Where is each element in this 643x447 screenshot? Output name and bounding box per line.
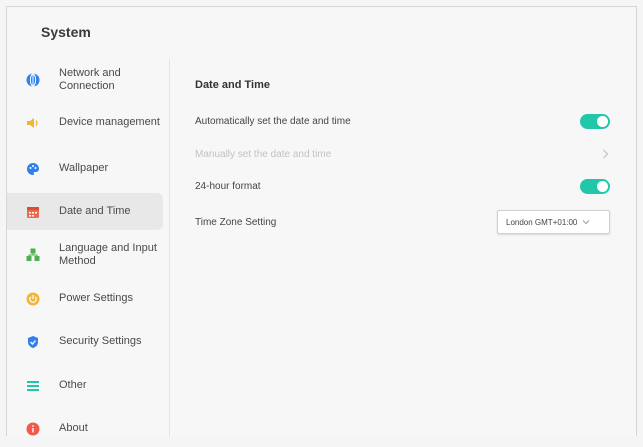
sidebar-item-date-and-time[interactable]: Date and Time bbox=[7, 193, 163, 230]
sidebar-item-label: Device management bbox=[59, 116, 160, 128]
speaker-icon bbox=[26, 116, 40, 130]
shield-icon bbox=[26, 335, 40, 349]
section-title: Date and Time bbox=[195, 79, 270, 91]
sidebar-item-language-input[interactable]: Language and Input Method bbox=[7, 236, 163, 273]
sidebar-item-security-settings[interactable]: Security Settings bbox=[7, 323, 163, 360]
language-icon bbox=[26, 248, 40, 262]
manual-datetime-row[interactable]: Manually set the date and time bbox=[195, 143, 610, 165]
sidebar-item-label: Other bbox=[59, 379, 87, 391]
timezone-value: London GMT+01:00 bbox=[506, 217, 578, 227]
toggle-knob bbox=[597, 115, 608, 127]
calendar-icon bbox=[26, 205, 40, 219]
hour24-row: 24-hour format bbox=[195, 175, 610, 197]
globe-icon bbox=[26, 73, 40, 87]
sidebar-item-wallpaper[interactable]: Wallpaper bbox=[7, 150, 163, 187]
sidebar-item-label: About bbox=[59, 422, 88, 434]
chevron-down-icon bbox=[581, 216, 591, 228]
hour24-toggle[interactable] bbox=[580, 178, 610, 194]
sidebar-item-network[interactable]: Network and Connection bbox=[7, 61, 163, 98]
app-title: System bbox=[41, 24, 91, 40]
manual-datetime-label: Manually set the date and time bbox=[195, 148, 332, 160]
sidebar-item-label: Network and Connection bbox=[59, 66, 121, 92]
sidebar-item-label: Wallpaper bbox=[59, 162, 109, 174]
sidebar-item-label: Date and Time bbox=[59, 205, 131, 217]
list-icon bbox=[26, 379, 40, 393]
sidebar-item-other[interactable]: Other bbox=[7, 367, 163, 404]
chevron-right-icon bbox=[600, 148, 610, 160]
info-icon bbox=[26, 422, 40, 436]
timezone-label: Time Zone Setting bbox=[195, 216, 277, 228]
sidebar-item-power-settings[interactable]: Power Settings bbox=[7, 280, 163, 317]
auto-datetime-toggle[interactable] bbox=[580, 113, 610, 129]
sidebar-item-label: Security Settings bbox=[59, 335, 142, 347]
main-panel: Date and Time Automatically set the date… bbox=[179, 59, 619, 359]
toggle-knob bbox=[597, 180, 608, 192]
sidebar: Network and Connection Device management… bbox=[7, 59, 170, 437]
sidebar-item-label: Language and Input Method bbox=[59, 241, 157, 267]
timezone-row: Time Zone Setting London GMT+01:00 bbox=[195, 209, 610, 235]
sidebar-item-label: Power Settings bbox=[59, 292, 133, 304]
sidebar-item-device-management[interactable]: Device management bbox=[7, 104, 163, 141]
settings-window: System Network and Connection Device man… bbox=[6, 6, 637, 437]
timezone-select[interactable]: London GMT+01:00 bbox=[497, 210, 610, 234]
palette-icon bbox=[26, 162, 40, 176]
auto-datetime-label: Automatically set the date and time bbox=[195, 115, 351, 127]
hour24-label: 24-hour format bbox=[195, 180, 261, 192]
auto-datetime-row: Automatically set the date and time bbox=[195, 110, 610, 132]
sidebar-item-about[interactable]: About bbox=[7, 410, 163, 447]
power-icon bbox=[26, 292, 40, 306]
